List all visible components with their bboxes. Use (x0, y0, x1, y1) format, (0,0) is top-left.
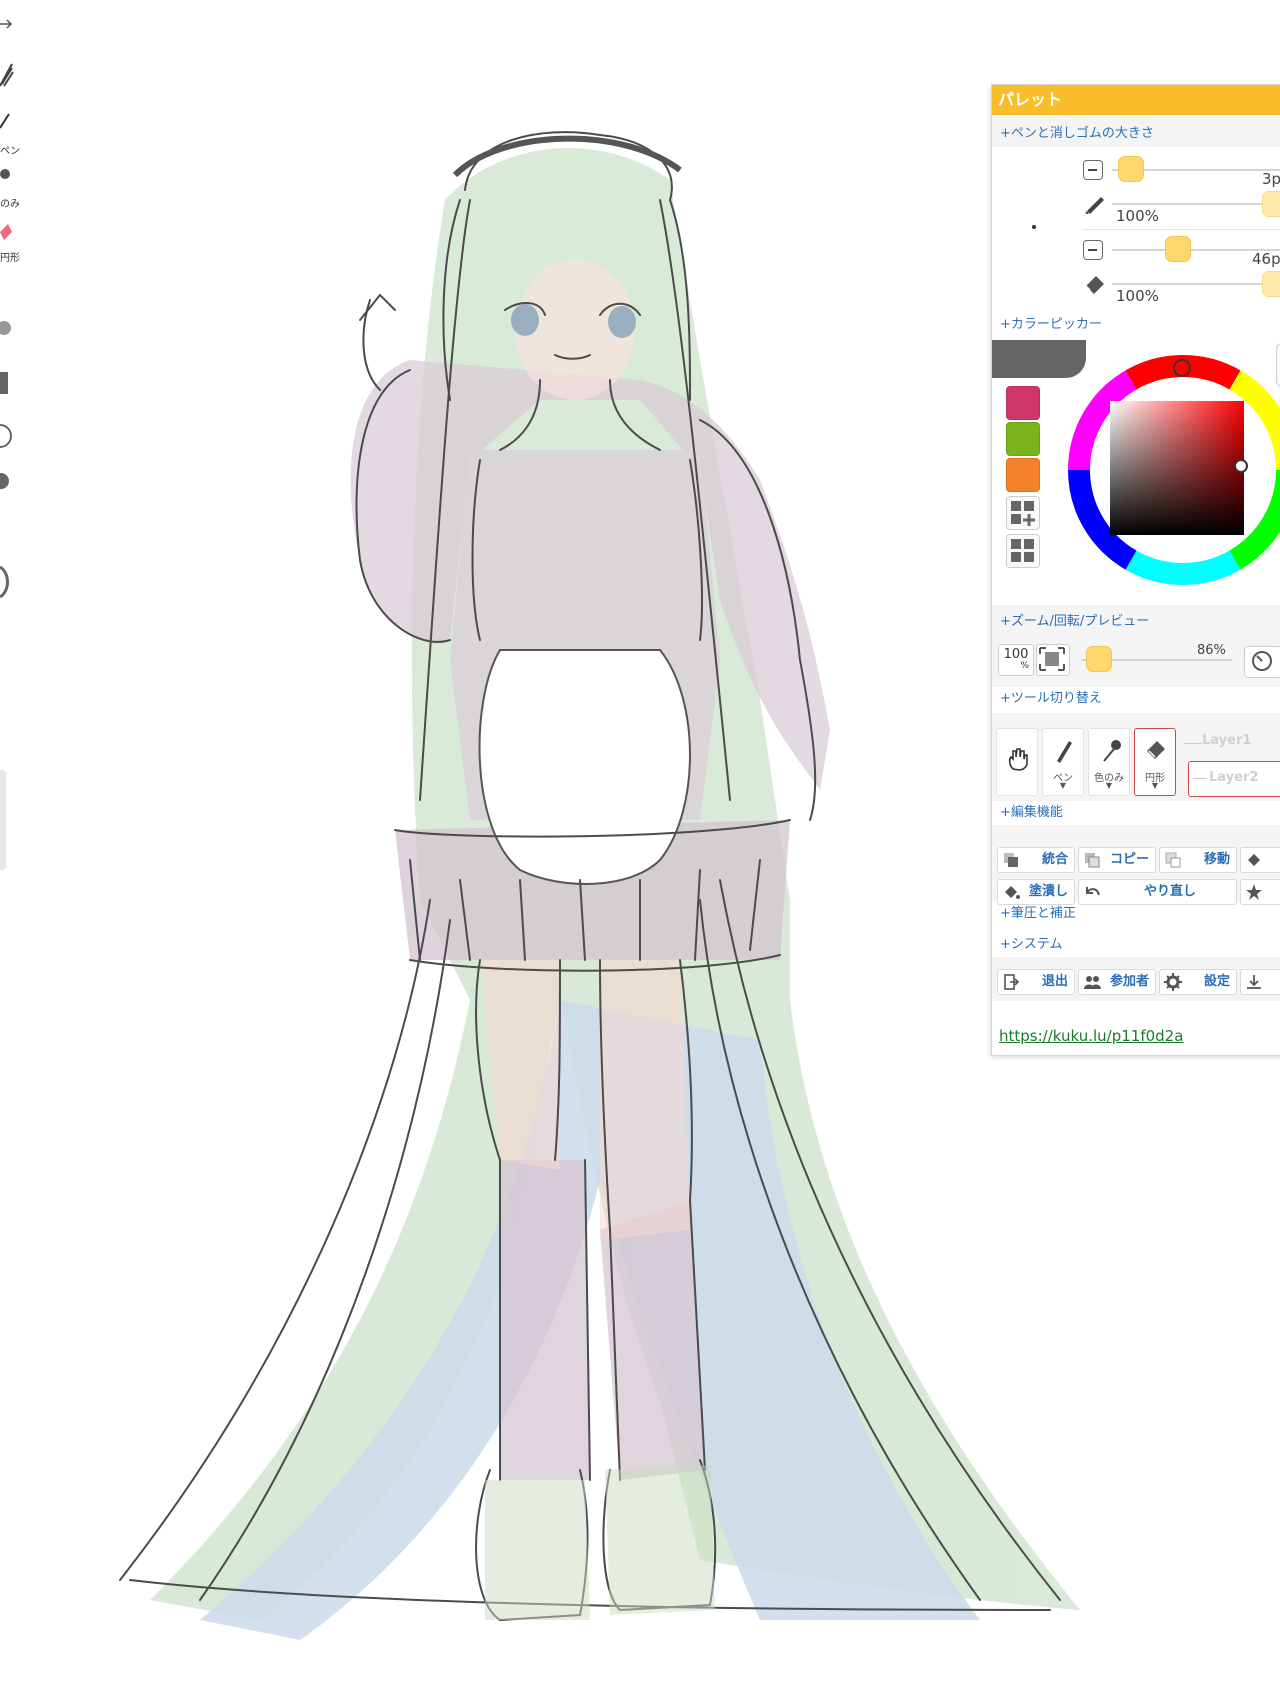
rotate-icon (1252, 651, 1272, 671)
users-icon (1084, 976, 1101, 989)
layer2-button[interactable]: Layer2 (1188, 761, 1280, 797)
eraser-icon (1147, 741, 1165, 759)
pen-icon (1085, 197, 1104, 214)
participants-button[interactable]: 参加者 (1078, 969, 1156, 995)
zoom-value: 86% (1197, 643, 1226, 658)
zoom-reset-button[interactable]: 100 % (998, 644, 1034, 676)
settings-button[interactable]: 設定 (1159, 969, 1237, 995)
zoom-section-title[interactable]: +ズーム/回転/プレビュー (1000, 610, 1149, 629)
circle-outline-icon[interactable] (0, 423, 12, 449)
pen-size-slider-knob[interactable] (1118, 156, 1144, 182)
move-button[interactable]: 移動 (1159, 847, 1237, 873)
right-eye (608, 306, 636, 338)
exit-icon (1004, 974, 1020, 990)
swatch-green[interactable] (1006, 422, 1040, 456)
eraser-icon[interactable] (0, 222, 12, 242)
bucket-icon (1005, 886, 1020, 899)
zoom-slider-knob[interactable] (1086, 646, 1112, 672)
swatch-orange[interactable] (1006, 458, 1040, 492)
fill-mode-button[interactable] (1240, 847, 1280, 873)
fit-screen-button[interactable] (1036, 644, 1070, 676)
eraser-opacity-slider-knob[interactable] (1262, 271, 1280, 297)
room-url-link[interactable]: https://kuku.lu/p11f0d2a (999, 1027, 1183, 1045)
pen-size-decrease-button[interactable] (1083, 160, 1103, 180)
merge-button[interactable]: 統合 (997, 847, 1075, 873)
gear-icon (1164, 973, 1182, 991)
layer-icon[interactable] (0, 368, 12, 396)
tool-switch-section-title[interactable]: +ツール切り替え (1000, 687, 1102, 706)
pen-icon (1057, 741, 1072, 763)
copy-icon (1085, 853, 1100, 868)
hand-tool-button[interactable] (996, 728, 1038, 796)
redo-button[interactable]: やり直し (1078, 879, 1237, 905)
dropper-icon (1103, 740, 1121, 762)
download-icon (1247, 975, 1261, 989)
grid-plus-icon (1011, 501, 1035, 526)
right-shoe (605, 1465, 715, 1615)
undo-icon[interactable] (0, 565, 12, 599)
pen-tool-label[interactable]: ペン (0, 142, 20, 157)
fit-screen-icon (1039, 647, 1065, 671)
copy-button[interactable]: コピー (1078, 847, 1156, 873)
color-only-tool-label[interactable]: のみ (0, 195, 20, 210)
rotate-reset-button[interactable] (1244, 646, 1280, 678)
circle-tool-label[interactable]: 円形 (0, 249, 20, 264)
pen-opacity-slider-knob[interactable] (1262, 191, 1280, 217)
system-section-title[interactable]: +システム (1000, 933, 1063, 952)
merge-icon (1004, 853, 1018, 867)
move-icon (1165, 852, 1181, 868)
layer1-button[interactable]: Layer1 (1182, 729, 1280, 757)
edit-section-title[interactable]: +編集機能 (1000, 801, 1063, 820)
left-scroll-handle[interactable] (0, 770, 6, 870)
pen-icon[interactable] (0, 112, 12, 130)
tool-tiles: ペン ▼ 色のみ ▼ 円形 ▼ (996, 728, 1176, 796)
swap-swatch-button[interactable] (1006, 534, 1040, 568)
fill-icon[interactable] (0, 470, 12, 492)
download-button[interactable] (1240, 969, 1280, 995)
color-picker-section-title[interactable]: +カラーピッカー (1000, 313, 1102, 332)
color-wheel[interactable] (1058, 345, 1280, 585)
dot-icon[interactable] (0, 318, 12, 338)
pen-size-value: 3p (1262, 170, 1280, 188)
hand-icon (1008, 748, 1028, 771)
brush-icon[interactable] (0, 60, 14, 88)
bucket-icon (1248, 854, 1260, 866)
pressure-section-title[interactable]: +筆圧と補正 (1000, 902, 1076, 921)
dropper-icon[interactable] (0, 165, 12, 181)
palette-panel: パレット +ペンと消しゴムの大きさ 3p 100% 46p 100% +カラーピ… (991, 84, 1280, 1056)
add-swatch-button[interactable] (1006, 496, 1040, 530)
circle-tool-button[interactable]: 円形 ▼ (1134, 728, 1176, 796)
pen-opacity-value: 100% (1116, 207, 1159, 225)
left-eye (511, 304, 539, 336)
favorite-button[interactable] (1240, 879, 1280, 905)
arrow-icon[interactable] (0, 18, 14, 30)
eraser-size-slider-knob[interactable] (1165, 236, 1191, 262)
eraser-icon (1085, 276, 1104, 294)
left-toolbar: ペン のみ 円形 (0, 0, 30, 900)
grid-swap-icon (1011, 539, 1034, 562)
sv-handle[interactable] (1234, 459, 1248, 473)
left-shoe (485, 1480, 590, 1620)
pen-eraser-section-title[interactable]: +ペンと消しゴムの大きさ (1000, 122, 1154, 141)
exit-button[interactable]: 退出 (997, 969, 1075, 995)
palette-title[interactable]: パレット (992, 85, 1280, 115)
eraser-opacity-value: 100% (1116, 287, 1159, 305)
eraser-size-decrease-button[interactable] (1083, 240, 1103, 260)
star-icon (1246, 884, 1262, 900)
swatch-pink[interactable] (1006, 386, 1040, 420)
redo-icon (1086, 887, 1100, 896)
apron-shape (478, 649, 691, 885)
pen-tool-button[interactable]: ペン ▼ (1042, 728, 1084, 796)
brush-preview-dot (1032, 225, 1036, 229)
color-only-tool-button[interactable]: 色のみ ▼ (1088, 728, 1130, 796)
eraser-size-value: 46p (1252, 250, 1280, 268)
